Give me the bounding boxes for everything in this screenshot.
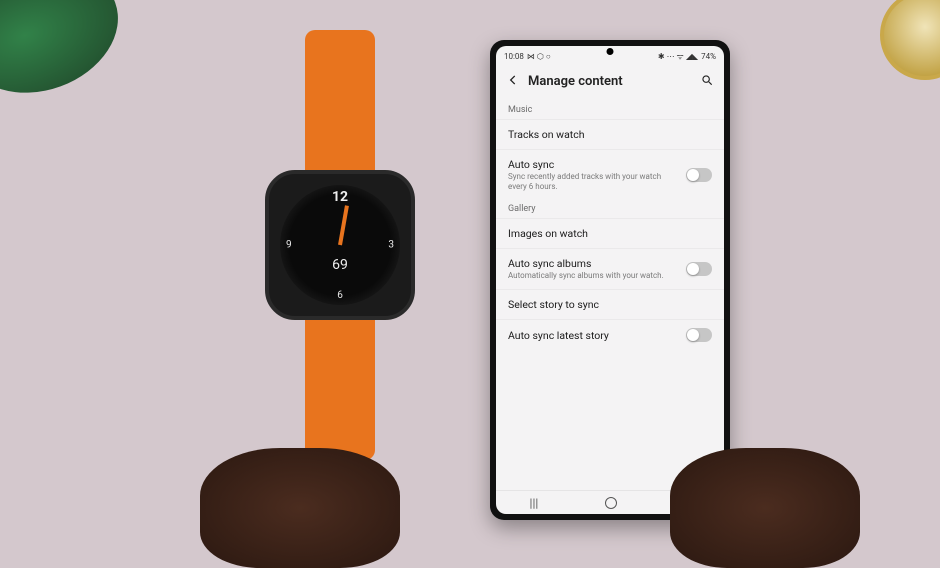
row-select-story[interactable]: Select story to sync: [496, 289, 724, 319]
app-header: Manage content: [496, 64, 724, 101]
decorative-leaf: [0, 0, 136, 114]
row-label: Select story to sync: [508, 298, 599, 311]
status-bar: 10:08 ⋈ ⬡ ○ ✱ ⋯ ᯤ ◢◣ 74%: [496, 46, 724, 64]
watch-reading: 69: [332, 257, 348, 273]
nav-recents-icon[interactable]: |||: [530, 496, 539, 510]
watch-hand: [338, 205, 349, 245]
status-time: 10:08: [504, 52, 524, 61]
nav-home-icon[interactable]: [605, 497, 617, 509]
row-images-on-watch[interactable]: Images on watch: [496, 218, 724, 248]
status-battery: 74%: [701, 52, 716, 61]
back-icon[interactable]: [506, 72, 520, 91]
row-auto-sync-latest-story[interactable]: Auto sync latest story: [496, 319, 724, 350]
phone-screen: 10:08 ⋈ ⬡ ○ ✱ ⋯ ᯤ ◢◣ 74% Manage content …: [496, 46, 724, 514]
row-label: Images on watch: [508, 227, 588, 240]
row-auto-sync-albums[interactable]: Auto sync albums Automatically sync albu…: [496, 248, 724, 289]
watch-strap-top: [305, 30, 375, 180]
hand-left: [200, 448, 400, 568]
section-music-header: Music: [496, 101, 724, 119]
watch-hour-6: 6: [337, 290, 343, 301]
row-label: Auto sync albums: [508, 257, 664, 270]
smartwatch: 12 3 6 9 69: [260, 30, 420, 460]
row-tracks-on-watch[interactable]: Tracks on watch: [496, 119, 724, 149]
status-right-icons: ✱ ⋯ ᯤ ◢◣: [658, 51, 698, 62]
watch-dial: 12 3 6 9 69: [280, 185, 400, 305]
phone-frame: 10:08 ⋈ ⬡ ○ ✱ ⋯ ᯤ ◢◣ 74% Manage content …: [490, 40, 730, 520]
toggle-auto-sync-latest-story[interactable]: [686, 328, 712, 342]
toggle-auto-sync-tracks[interactable]: [686, 168, 712, 182]
page-title: Manage content: [528, 74, 692, 89]
row-sublabel: Automatically sync albums with your watc…: [508, 271, 664, 281]
row-auto-sync-tracks[interactable]: Auto sync Sync recently added tracks wit…: [496, 149, 724, 200]
row-label: Auto sync latest story: [508, 329, 609, 342]
watch-face: 12 3 6 9 69: [265, 170, 415, 320]
toggle-auto-sync-albums[interactable]: [686, 262, 712, 276]
decorative-desk-clock: [880, 0, 940, 80]
search-icon[interactable]: [700, 72, 714, 91]
hand-right: [670, 448, 860, 568]
row-sublabel: Sync recently added tracks with your wat…: [508, 172, 668, 192]
watch-hour-12: 12: [332, 189, 348, 205]
status-left-icons: ⋈ ⬡ ○: [527, 52, 551, 61]
watch-hour-3: 3: [388, 240, 394, 251]
camera-hole: [607, 48, 614, 55]
row-label: Tracks on watch: [508, 128, 585, 141]
row-label: Auto sync: [508, 158, 668, 171]
watch-hour-9: 9: [286, 240, 292, 251]
section-gallery-header: Gallery: [496, 200, 724, 218]
